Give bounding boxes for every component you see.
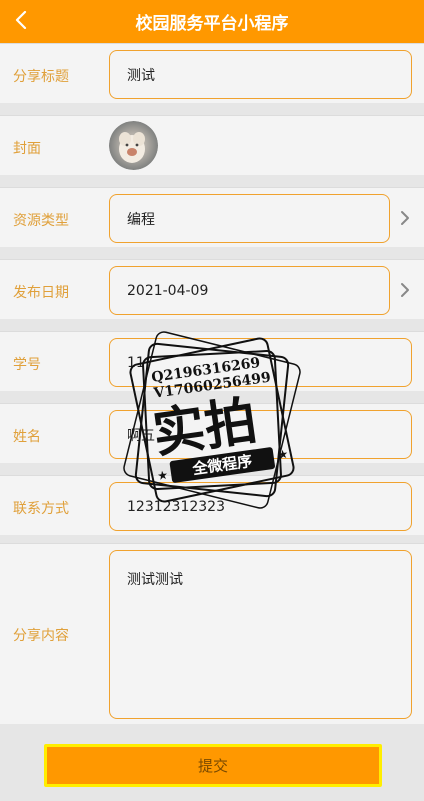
content-label: 分享内容 [13, 628, 69, 644]
chevron-left-icon [15, 11, 27, 29]
cover-photo-icon [109, 121, 158, 170]
form-row-contact: 联系方式 12312312323 [0, 475, 424, 535]
content-textarea[interactable]: 测试测试 [109, 550, 412, 719]
form-row-share-title: 分享标题 测试 [0, 43, 424, 103]
form-row-student-id: 学号 11 [0, 331, 424, 391]
form-row-content: 分享内容 测试测试 [0, 543, 424, 724]
app-header: 校园服务平台小程序 [0, 0, 424, 43]
cover-image[interactable] [109, 121, 158, 170]
back-button[interactable] [6, 4, 36, 36]
student-id-label: 学号 [13, 357, 41, 373]
publish-date-picker[interactable]: 2021-04-09 [109, 266, 390, 315]
chevron-right-icon[interactable] [398, 282, 412, 298]
name-input[interactable]: 啊五 [109, 410, 412, 459]
form-row-resource-type: 资源类型 编程 [0, 187, 424, 247]
form-row-cover: 封面 [0, 115, 424, 175]
contact-input[interactable]: 12312312323 [109, 482, 412, 531]
form-row-name: 姓名 啊五 [0, 403, 424, 463]
chevron-right-icon[interactable] [398, 210, 412, 226]
student-id-input[interactable]: 11 [109, 338, 412, 387]
name-label: 姓名 [13, 429, 41, 445]
resource-type-picker[interactable]: 编程 [109, 194, 390, 243]
form-row-publish-date: 发布日期 2021-04-09 [0, 259, 424, 319]
publish-date-label: 发布日期 [13, 285, 69, 301]
submit-button[interactable]: 提交 [44, 744, 382, 787]
contact-label: 联系方式 [13, 501, 69, 517]
page-title: 校园服务平台小程序 [135, 14, 289, 34]
share-title-label: 分享标题 [13, 69, 69, 85]
cover-label: 封面 [13, 141, 41, 157]
footer: 提交 [0, 727, 424, 801]
share-title-input[interactable]: 测试 [109, 50, 412, 99]
resource-type-label: 资源类型 [13, 213, 69, 229]
